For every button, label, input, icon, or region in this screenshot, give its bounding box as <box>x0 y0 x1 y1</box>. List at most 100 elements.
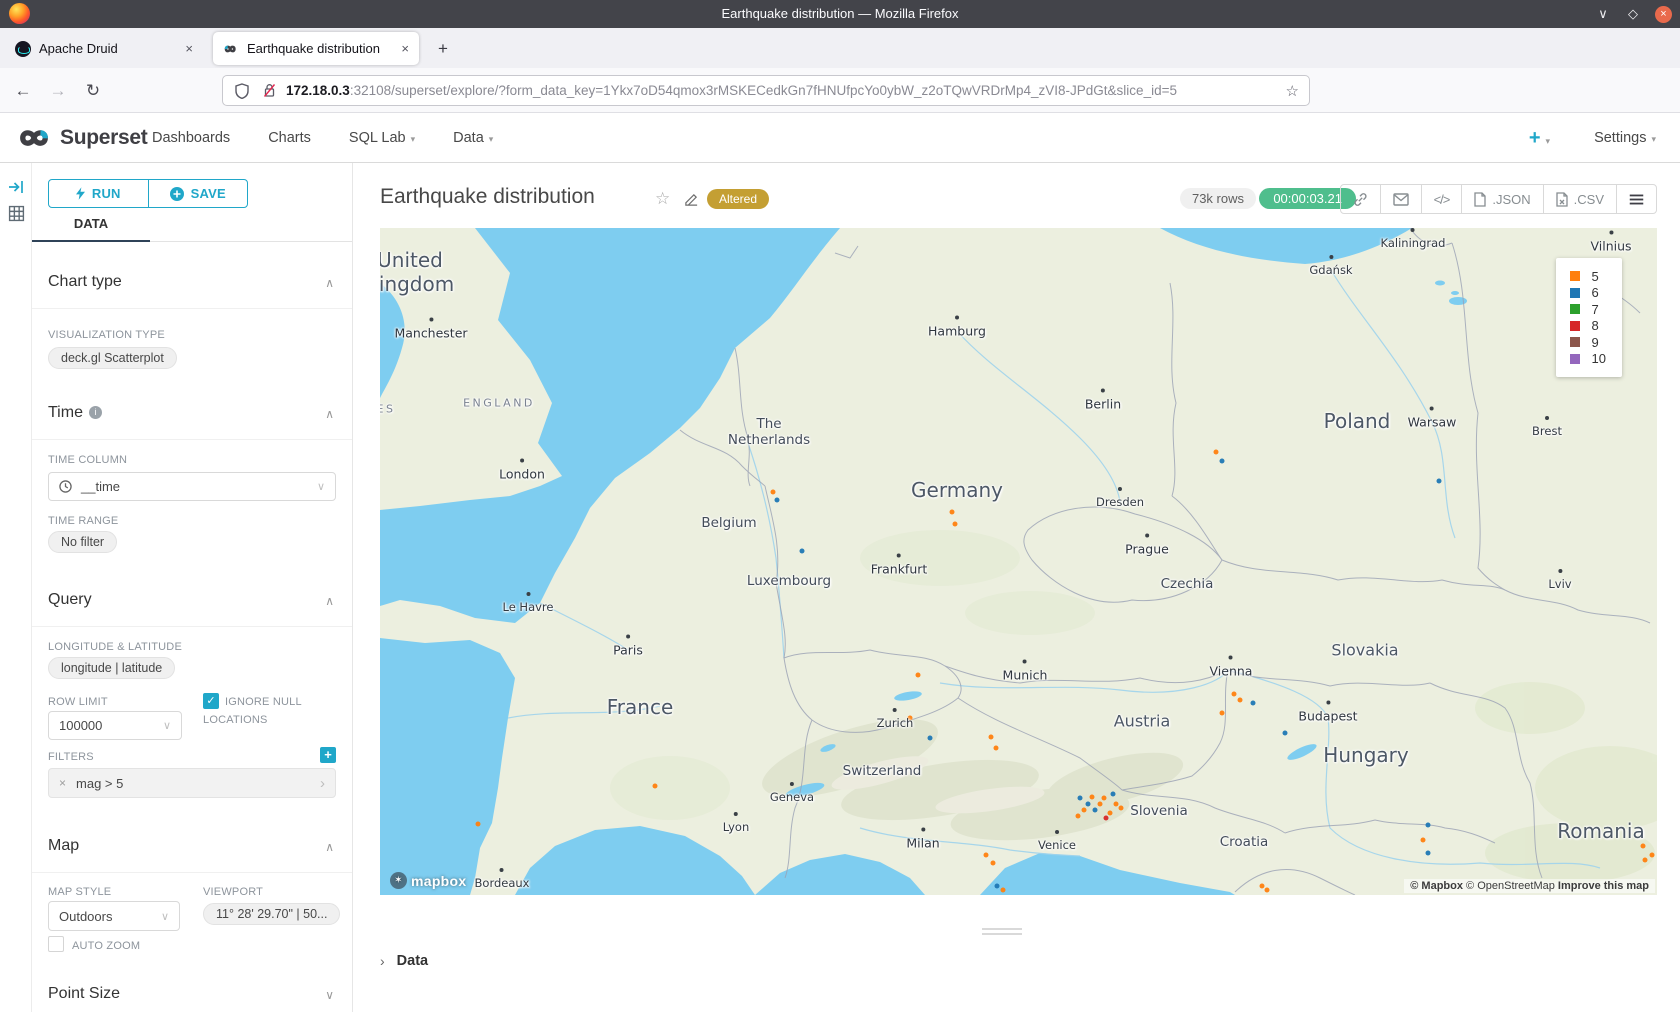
tab-close-icon[interactable]: × <box>391 41 409 56</box>
nav-charts[interactable]: Charts <box>268 130 311 146</box>
row-limit-select[interactable]: 100000 ∨ <box>48 711 182 740</box>
tab-apache-druid[interactable]: Apache Druid × <box>5 32 203 65</box>
window-close-button[interactable]: × <box>1655 6 1672 23</box>
new-tab-button[interactable]: + <box>430 36 456 62</box>
map-label: Hamburg <box>928 324 986 339</box>
scatter-point <box>775 498 780 503</box>
window-title: Earthquake distribution — Mozilla Firefo… <box>0 0 1680 28</box>
nav-data[interactable]: Data▾ <box>453 130 493 146</box>
data-panel-toggle[interactable]: › Data <box>380 953 428 969</box>
add-new-button[interactable]: +▾ <box>1529 127 1550 150</box>
favorite-star-icon[interactable]: ☆ <box>655 189 670 209</box>
tab-data[interactable]: DATA <box>32 207 150 242</box>
section-time[interactable]: Timei <box>48 404 102 422</box>
time-column-select[interactable]: __time ∨ <box>48 472 336 501</box>
viewport-value[interactable]: 11° 28' 29.70" | 50... <box>203 903 340 925</box>
back-button[interactable]: ← <box>8 68 38 113</box>
export-json-button[interactable]: .JSON <box>1461 185 1542 213</box>
forward-button[interactable]: → <box>43 68 73 113</box>
map-label: Czechia <box>1161 576 1214 592</box>
map-label: Warsaw <box>1408 415 1457 430</box>
time-range-value[interactable]: No filter <box>48 531 117 553</box>
scatter-point <box>984 853 989 858</box>
mapbox-logo[interactable]: ✶ mapbox <box>390 872 466 889</box>
scatter-point <box>1111 792 1116 797</box>
url-bar[interactable]: 172.18.0.3:32108/superset/explore/?form_… <box>222 75 1310 106</box>
run-button[interactable]: RUN <box>49 180 148 207</box>
time-column-label: TIME COLUMN <box>48 454 127 466</box>
attribution-improve[interactable]: Improve this map <box>1558 880 1649 892</box>
city-dot <box>1609 231 1613 235</box>
legend-swatch <box>1570 337 1580 347</box>
viewport-label: VIEWPORT <box>203 886 263 898</box>
viz-type-value[interactable]: deck.gl Scatterplot <box>48 347 177 369</box>
section-chart-type[interactable]: Chart type <box>48 273 122 291</box>
expand-panel-icon[interactable] <box>8 179 24 200</box>
attribution-osm[interactable]: © OpenStreetMap <box>1466 880 1555 892</box>
copy-link-button[interactable] <box>1341 185 1380 213</box>
map-style-select[interactable]: Outdoors ∨ <box>48 901 180 931</box>
druid-favicon <box>15 41 31 57</box>
attribution-mapbox[interactable]: © Mapbox <box>1410 880 1463 892</box>
map-label: Milan <box>906 836 939 851</box>
scatter-point <box>1093 808 1098 813</box>
section-query[interactable]: Query <box>48 591 92 609</box>
lonlat-value[interactable]: longitude | latitude <box>48 657 175 679</box>
ignore-null-label-1: IGNORE NULL <box>225 696 302 708</box>
chart-menu-button[interactable] <box>1616 185 1656 213</box>
deckgl-map[interactable]: United KingdomManchesterENGLANDESLondonL… <box>380 228 1657 895</box>
chart-container: Earthquake distribution ☆ Altered 73k ro… <box>352 163 1680 1012</box>
altered-badge[interactable]: Altered <box>707 189 769 209</box>
map-label: Berlin <box>1085 397 1121 412</box>
dataset-grid-icon[interactable] <box>8 205 25 227</box>
bookmark-star-icon[interactable]: ☆ <box>1286 82 1299 100</box>
remove-filter-icon[interactable]: × <box>49 776 76 790</box>
edit-properties-icon[interactable] <box>684 192 699 212</box>
auto-zoom-checkbox[interactable] <box>48 936 64 952</box>
row-count-badge: 73k rows <box>1180 188 1256 209</box>
email-button[interactable] <box>1380 185 1421 213</box>
resize-drag-handle[interactable] <box>982 928 1022 936</box>
scatter-point <box>1232 692 1237 697</box>
city-dot <box>1558 569 1562 573</box>
legend-swatch <box>1570 288 1580 298</box>
save-button[interactable]: SAVE <box>148 180 248 207</box>
export-csv-button[interactable]: .CSV <box>1543 185 1616 213</box>
scatter-point <box>476 822 481 827</box>
collapse-caret-icon[interactable]: ∧ <box>325 840 334 854</box>
mapbox-logo-icon: ✶ <box>390 872 407 889</box>
map-label: France <box>607 695 674 719</box>
collapse-rail <box>0 163 32 1012</box>
collapse-caret-icon[interactable]: ∧ <box>325 407 334 421</box>
window-minimize-button[interactable]: ∨ <box>1595 6 1611 22</box>
insecure-lock-icon[interactable] <box>263 83 276 98</box>
map-label: Poland <box>1324 409 1391 433</box>
tracking-protection-shield-icon[interactable] <box>235 83 249 99</box>
settings-menu[interactable]: Settings▾ <box>1594 130 1656 146</box>
reload-button[interactable]: ↻ <box>78 68 108 113</box>
caret-down-icon: ∨ <box>317 480 325 493</box>
ignore-null-checkbox[interactable]: ✓ <box>203 693 219 709</box>
legend-swatch <box>1570 354 1580 364</box>
collapse-caret-icon[interactable]: ∧ <box>325 594 334 608</box>
window-maximize-button[interactable]: ◇ <box>1625 6 1641 22</box>
nav-sql-lab[interactable]: SQL Lab▾ <box>349 130 415 146</box>
map-label: Manchester <box>394 326 467 341</box>
map-attribution: © Mapbox © OpenStreetMap Improve this ma… <box>1404 879 1655 893</box>
superset-logo[interactable]: Superset <box>14 120 147 156</box>
filter-chip[interactable]: × mag > 5 › <box>48 768 336 798</box>
collapse-caret-icon[interactable]: ∨ <box>325 988 334 1002</box>
collapse-caret-icon[interactable]: ∧ <box>325 276 334 290</box>
section-map[interactable]: Map <box>48 837 79 855</box>
map-label: London <box>499 467 545 482</box>
section-point-size[interactable]: Point Size <box>48 985 120 1003</box>
scatter-point <box>1082 808 1087 813</box>
legend-label: 10 <box>1592 351 1606 366</box>
scatter-point <box>1076 814 1081 819</box>
tab-close-icon[interactable]: × <box>175 41 193 56</box>
add-filter-button[interactable]: + <box>320 747 336 763</box>
nav-dashboards[interactable]: Dashboards <box>152 130 230 146</box>
tab-earthquake-distribution[interactable]: Earthquake distribution × <box>213 32 419 65</box>
view-query-button[interactable]: </> <box>1421 185 1462 213</box>
chevron-right-icon[interactable]: › <box>320 775 335 792</box>
